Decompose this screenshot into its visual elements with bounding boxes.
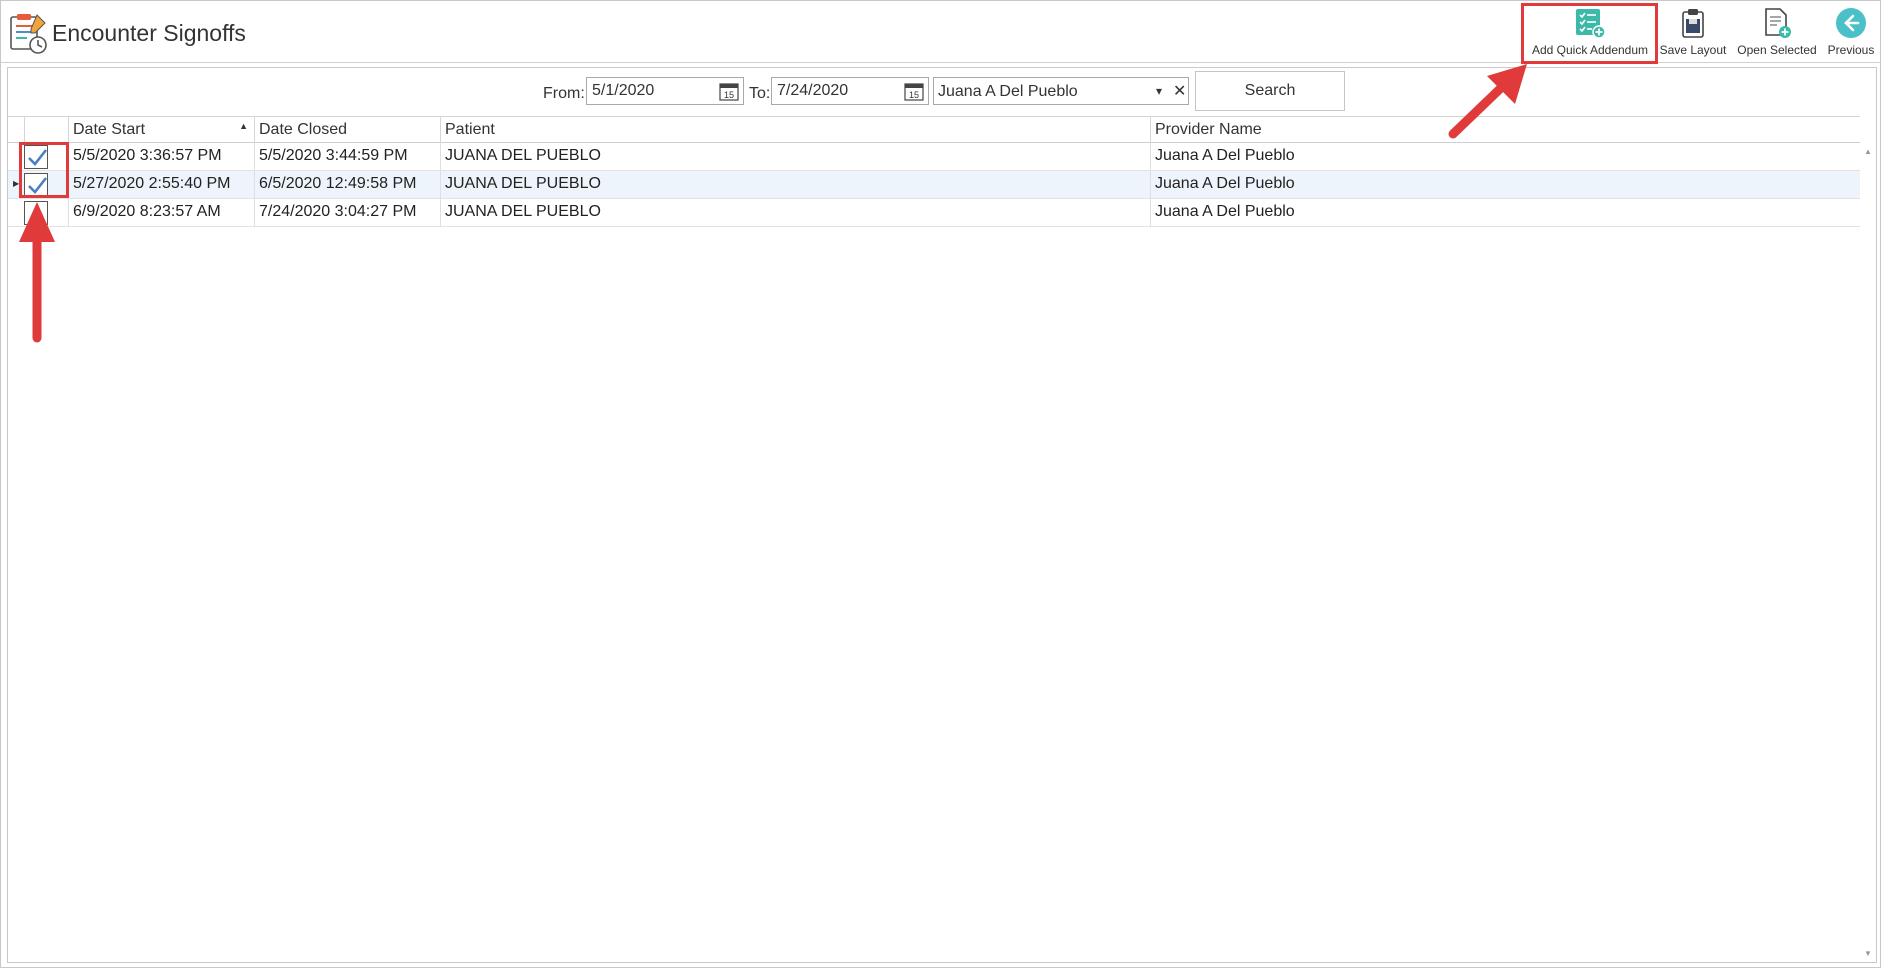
sort-ascending-icon: ▲ <box>239 121 248 131</box>
clear-icon[interactable]: ✕ <box>1173 81 1186 101</box>
signoffs-panel: From: 5/1/2020 15 To: 7/24/2020 15 Juana… <box>7 67 1877 963</box>
column-header-date-start-label: Date Start <box>73 121 146 138</box>
date-closed-cell: 7/24/2020 3:04:27 PM <box>254 199 440 227</box>
arrow-left-circle-icon <box>1836 8 1866 38</box>
current-row-indicator-icon: ▶ <box>13 179 20 188</box>
date-start-cell: 5/27/2020 2:55:40 PM <box>68 171 254 199</box>
page-title: Encounter Signoffs <box>52 20 246 46</box>
add-quick-addendum-label: Add Quick Addendum <box>1531 43 1649 57</box>
encounter-signoffs-window: Encounter Signoffs Add Quick Addendum Sa… <box>0 0 1881 968</box>
save-layout-button[interactable]: Save Layout <box>1656 1 1730 63</box>
from-date-field[interactable]: 5/1/2020 15 <box>586 77 744 105</box>
document-plus-icon <box>1765 8 1791 38</box>
to-date-value: 7/24/2020 <box>777 82 849 99</box>
provider-cell: Juana A Del Pueblo <box>1150 171 1860 199</box>
scroll-down-icon[interactable]: ▼ <box>1864 949 1872 958</box>
column-header-date-start[interactable]: Date Start ▲ <box>68 117 254 143</box>
provider-select-value: Juana A Del Pueblo <box>938 83 1078 100</box>
svg-text:15: 15 <box>909 90 919 100</box>
patient-cell: JUANA DEL PUEBLO <box>440 171 1150 199</box>
checkmark-icon <box>28 149 48 166</box>
encounters-grid: Date Start ▲ Date Closed Patient Provide… <box>8 116 1876 962</box>
add-quick-addendum-button[interactable]: Add Quick Addendum <box>1525 1 1655 63</box>
table-row[interactable]: ▶ 5/27/2020 2:55:40 PM 6/5/2020 12:49:58… <box>8 171 1860 199</box>
provider-select[interactable]: Juana A Del Pueblo ▾ ✕ <box>933 77 1189 105</box>
to-label: To: <box>749 85 771 102</box>
patient-cell: JUANA DEL PUEBLO <box>440 143 1150 171</box>
column-header-date-closed-label: Date Closed <box>259 121 348 138</box>
table-row[interactable]: 5/5/2020 3:36:57 PM 5/5/2020 3:44:59 PM … <box>8 143 1860 171</box>
chevron-down-icon[interactable]: ▾ <box>1156 84 1162 98</box>
clipboard-save-icon <box>1682 9 1704 38</box>
vertical-scrollbar[interactable]: ▲ ▼ <box>1860 143 1876 962</box>
filter-bar: From: 5/1/2020 15 To: 7/24/2020 15 Juana… <box>8 68 1876 116</box>
svg-text:15: 15 <box>724 90 734 100</box>
date-start-cell: 5/5/2020 3:36:57 PM <box>68 143 254 171</box>
grid-header: Date Start ▲ Date Closed Patient Provide… <box>8 116 1860 143</box>
patient-cell: JUANA DEL PUEBLO <box>440 199 1150 227</box>
date-start-cell: 6/9/2020 8:23:57 AM <box>68 199 254 227</box>
from-date-value: 5/1/2020 <box>592 82 655 99</box>
date-closed-cell: 6/5/2020 12:49:58 PM <box>254 171 440 199</box>
table-row[interactable]: 6/9/2020 8:23:57 AM 7/24/2020 3:04:27 PM… <box>8 199 1860 227</box>
clipboard-clock-icon <box>10 14 47 54</box>
row-select-checkbox[interactable] <box>24 201 48 225</box>
date-closed-cell: 5/5/2020 3:44:59 PM <box>254 143 440 171</box>
open-selected-button[interactable]: Open Selected <box>1732 1 1822 63</box>
checkmark-icon <box>28 177 48 194</box>
provider-cell: Juana A Del Pueblo <box>1150 143 1860 171</box>
row-select-checkbox[interactable] <box>24 173 48 197</box>
column-header-patient-label: Patient <box>445 121 495 138</box>
previous-button[interactable]: Previous <box>1823 1 1879 63</box>
to-date-field[interactable]: 7/24/2020 15 <box>771 77 929 105</box>
provider-cell: Juana A Del Pueblo <box>1150 199 1860 227</box>
save-layout-label: Save Layout <box>1659 43 1727 57</box>
column-header-provider-name[interactable]: Provider Name <box>1150 117 1860 143</box>
row-select-checkbox[interactable] <box>24 145 48 169</box>
scroll-up-icon[interactable]: ▲ <box>1864 147 1872 156</box>
from-label: From: <box>543 85 585 102</box>
previous-label: Previous <box>1827 43 1875 57</box>
row-indicator-header <box>8 117 24 143</box>
open-selected-label: Open Selected <box>1737 43 1817 57</box>
column-header-patient[interactable]: Patient <box>440 117 1150 143</box>
column-header-date-closed[interactable]: Date Closed <box>254 117 440 143</box>
column-header-provider-name-label: Provider Name <box>1155 121 1262 138</box>
select-column-header[interactable] <box>24 117 74 143</box>
search-button[interactable]: Search <box>1195 71 1345 111</box>
calendar-icon[interactable]: 15 <box>719 82 739 101</box>
calendar-icon[interactable]: 15 <box>904 82 924 101</box>
checklist-plus-icon <box>1576 9 1606 39</box>
header-bar: Encounter Signoffs Add Quick Addendum Sa… <box>1 1 1880 64</box>
